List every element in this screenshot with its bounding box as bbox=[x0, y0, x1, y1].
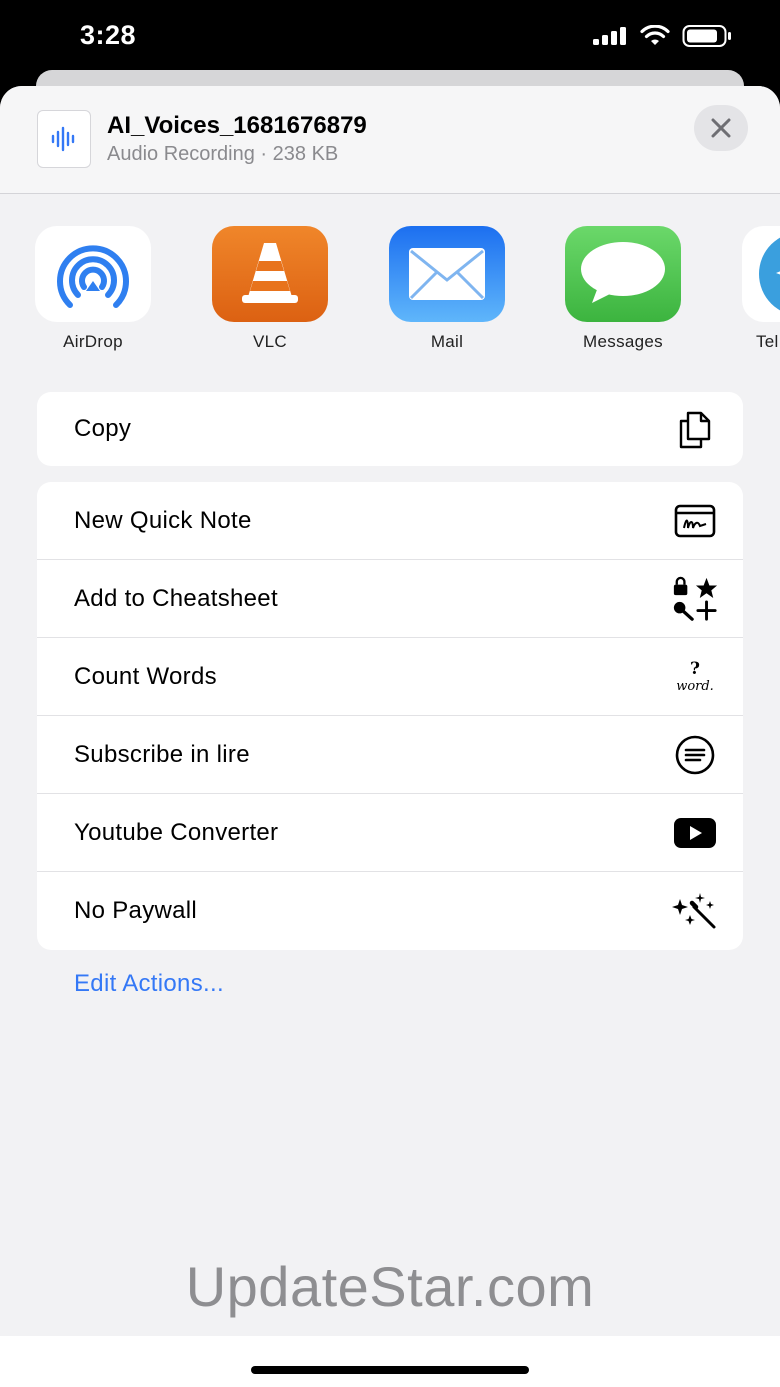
app-label-vlc: VLC bbox=[253, 332, 287, 351]
status-icons bbox=[592, 24, 732, 53]
app-messages[interactable]: Messages bbox=[553, 226, 693, 352]
youtube-play-icon bbox=[671, 809, 719, 857]
count-words-icon-question: ? bbox=[690, 658, 700, 679]
status-time: 3:28 bbox=[80, 20, 137, 50]
action-youtube-converter[interactable]: Youtube Converter bbox=[37, 794, 743, 872]
telegram-icon bbox=[742, 226, 780, 322]
cellular-signal-icon bbox=[592, 26, 628, 51]
action-add-to-cheatsheet[interactable]: Add to Cheatsheet bbox=[37, 560, 743, 638]
action-no-paywall[interactable]: No Paywall bbox=[37, 872, 743, 950]
app-airdrop[interactable]: AirDrop bbox=[23, 226, 163, 352]
close-button[interactable] bbox=[694, 105, 748, 151]
list-circle-icon bbox=[671, 731, 719, 779]
action-label-copy: Copy bbox=[74, 415, 132, 442]
copy-group: Copy bbox=[37, 392, 743, 466]
action-label-add-to-cheatsheet: Add to Cheatsheet bbox=[74, 584, 278, 612]
mail-envelope-icon bbox=[389, 226, 505, 322]
action-label-new-quick-note: New Quick Note bbox=[74, 506, 252, 534]
close-icon bbox=[711, 118, 731, 138]
share-sheet: AI_Voices_1681676879 Audio Recording · 2… bbox=[0, 86, 780, 1336]
action-new-quick-note[interactable]: New Quick Note bbox=[37, 482, 743, 560]
vlc-cone-icon bbox=[212, 226, 328, 322]
share-sheet-header: AI_Voices_1681676879 Audio Recording · 2… bbox=[0, 86, 780, 194]
action-subscribe-in-lire[interactable]: Subscribe in lire bbox=[37, 716, 743, 794]
action-count-words[interactable]: Count Words ? word. bbox=[37, 638, 743, 716]
app-label-messages: Messages bbox=[583, 332, 663, 351]
watermark: UpdateStar.com bbox=[185, 1255, 595, 1318]
edit-actions-link[interactable]: Edit Actions... bbox=[74, 970, 224, 998]
app-mail[interactable]: Mail bbox=[377, 226, 517, 352]
share-apps-row: AirDrop VLC Mail Messages Tel bbox=[0, 226, 780, 356]
count-words-icon: ? word. bbox=[671, 653, 719, 701]
action-label-subscribe-in-lire: Subscribe in lire bbox=[74, 740, 250, 768]
home-indicator[interactable] bbox=[251, 1366, 529, 1374]
file-name: AI_Voices_1681676879 bbox=[107, 112, 367, 139]
messages-bubble-icon bbox=[565, 226, 681, 322]
app-vlc[interactable]: VLC bbox=[200, 226, 340, 352]
copy-icon bbox=[671, 405, 719, 453]
magic-wand-icon bbox=[671, 887, 719, 935]
cheatsheet-icon bbox=[671, 575, 719, 623]
quick-note-icon bbox=[671, 497, 719, 545]
app-label-airdrop: AirDrop bbox=[63, 332, 123, 351]
app-label-telegram: Tel bbox=[756, 332, 779, 351]
action-copy[interactable]: Copy bbox=[37, 392, 743, 466]
app-telegram[interactable]: Tel bbox=[730, 226, 780, 352]
count-words-icon-word: word. bbox=[676, 678, 714, 694]
app-label-mail: Mail bbox=[430, 332, 464, 351]
status-bar: 3:28 bbox=[0, 0, 780, 72]
airdrop-icon bbox=[35, 226, 151, 322]
action-label-youtube-converter: Youtube Converter bbox=[74, 818, 279, 846]
actions-group: New Quick Note Add to Cheatsheet Count W… bbox=[37, 482, 743, 950]
action-label-count-words: Count Words bbox=[74, 662, 217, 690]
battery-icon bbox=[682, 24, 732, 53]
home-area bbox=[0, 1336, 780, 1387]
wifi-icon bbox=[640, 24, 670, 52]
action-label-no-paywall: No Paywall bbox=[74, 897, 198, 924]
audio-waveform-icon bbox=[37, 110, 91, 168]
file-meta: Audio Recording · 238 KB bbox=[107, 143, 339, 165]
